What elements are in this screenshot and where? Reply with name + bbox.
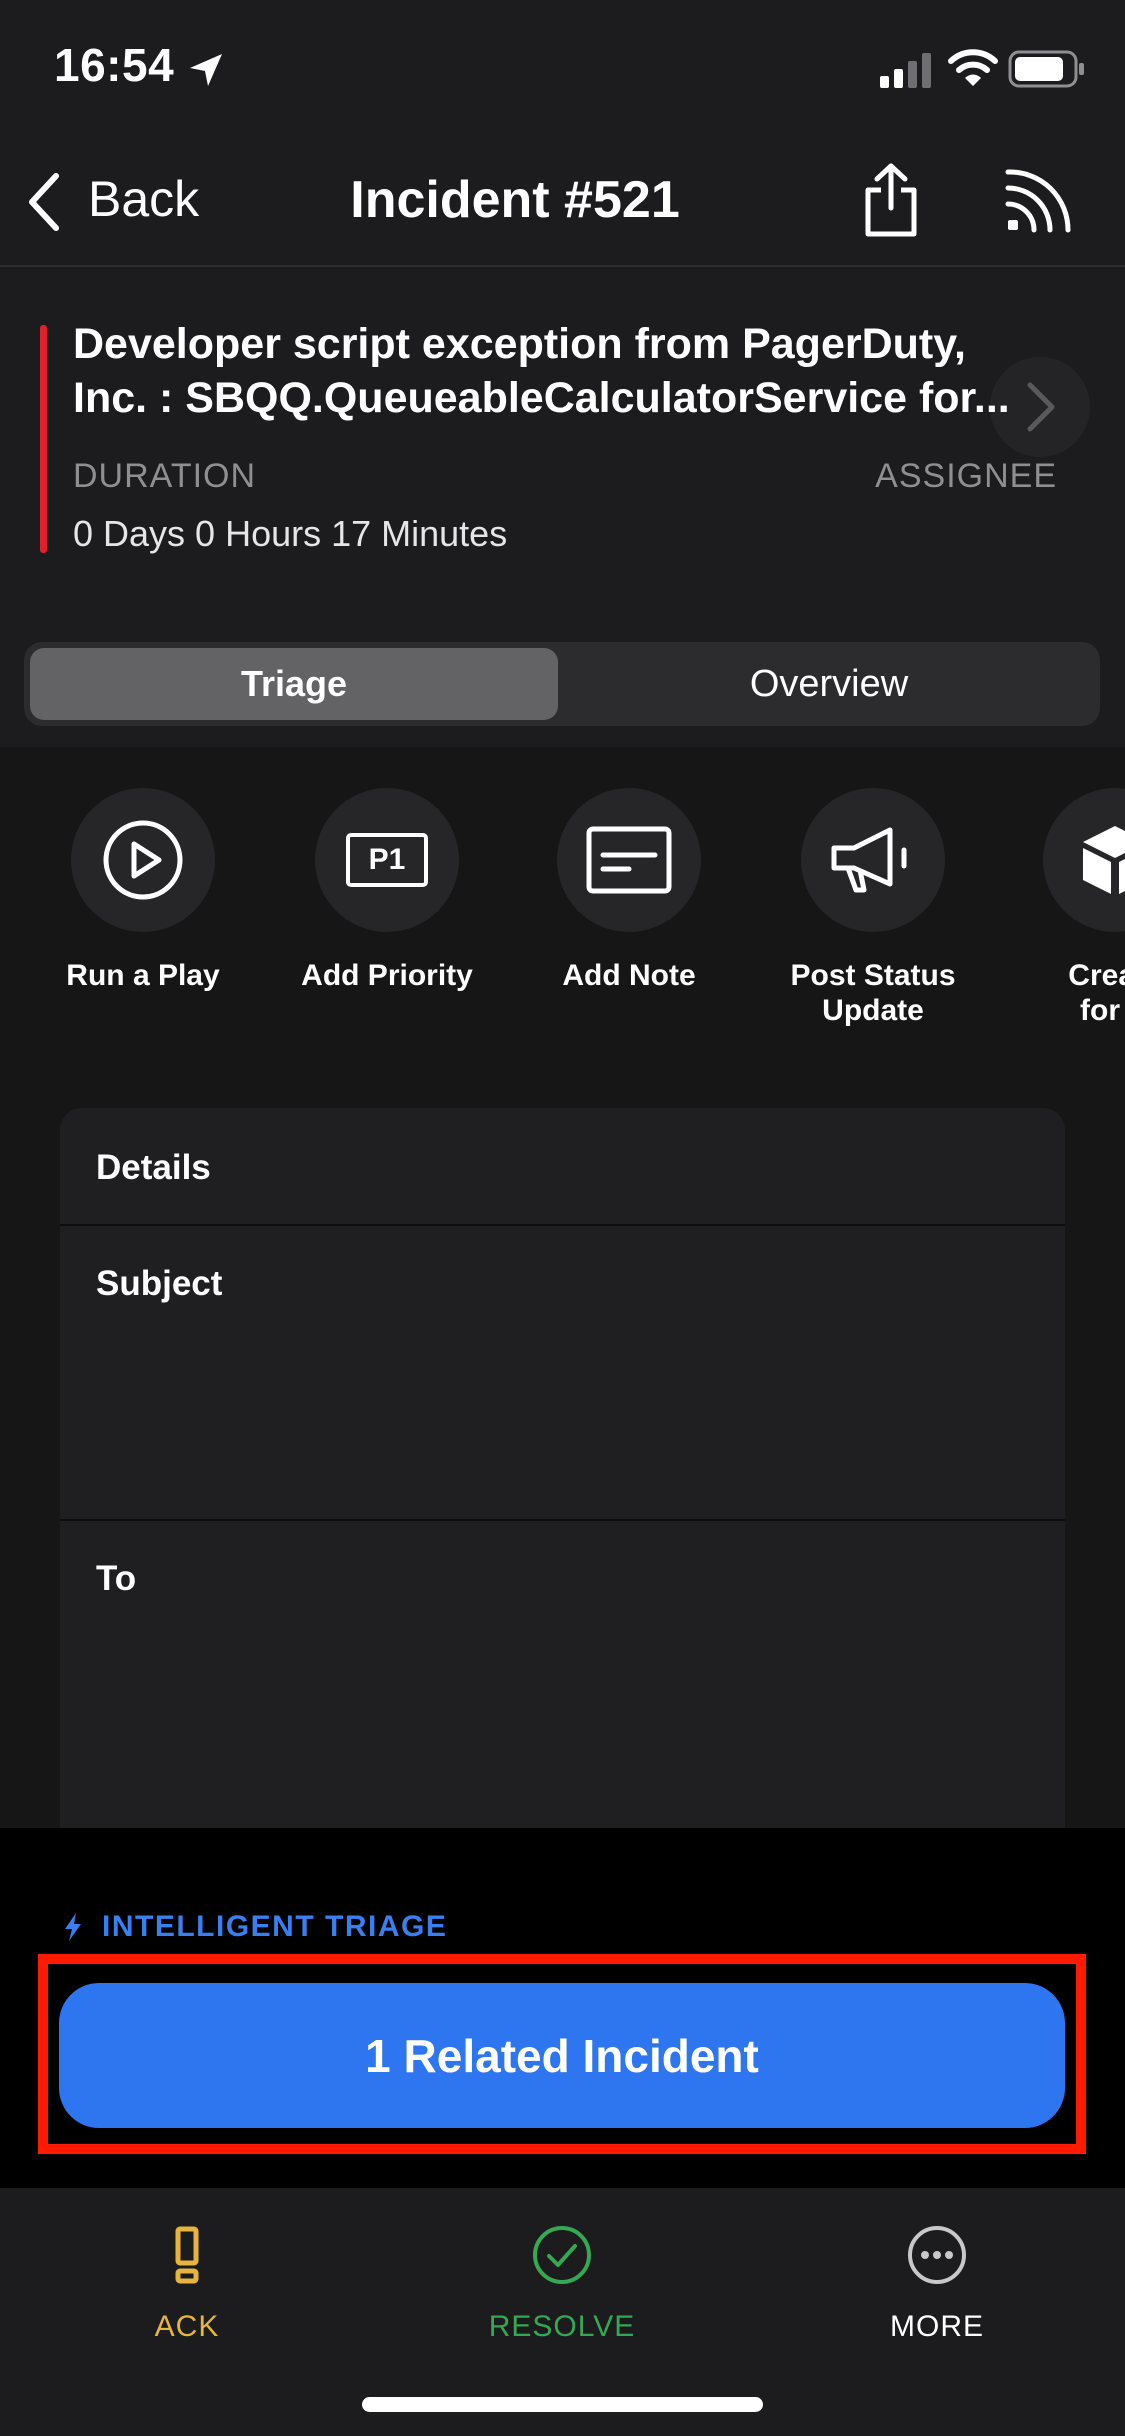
subject-label: Subject [96, 1264, 223, 1303]
cellular-signal-icon [880, 53, 931, 88]
intelligent-triage-panel: INTELLIGENT TRIAGE 1 Related Incident [0, 1828, 1125, 2188]
status-time: 16:54 [54, 39, 175, 91]
post-status-update-action[interactable]: Post Status Update [753, 788, 993, 1028]
lightning-icon [65, 1913, 81, 1941]
add-priority-label: Add Priority [301, 959, 473, 992]
battery-icon [1008, 50, 1084, 88]
checkmark-circle-icon [533, 2226, 591, 2284]
megaphone-icon [801, 788, 945, 932]
add-note-label: Add Note [562, 959, 696, 992]
run-a-play-label: Run a Play [66, 959, 220, 992]
incident-header[interactable]: Developer script exception from PagerDut… [0, 267, 1125, 747]
related-incidents-button[interactable]: 1 Related Incident [59, 1983, 1065, 2128]
to-label: To [96, 1559, 137, 1598]
add-note-action[interactable]: Add Note [509, 788, 749, 993]
resolve-button[interactable]: RESOLVE [412, 2218, 712, 2344]
tab-overview[interactable]: Overview [564, 648, 1094, 720]
wifi-icon [948, 49, 998, 86]
navigation-bar: Back Incident #521 [0, 140, 1125, 267]
ack-label: ACK [154, 2310, 220, 2343]
assignee-label: ASSIGNEE [875, 457, 1057, 495]
add-priority-action[interactable]: P1 Add Priority [267, 788, 507, 993]
ack-button[interactable]: ACK [37, 2218, 337, 2344]
intelligent-triage-label: INTELLIGENT TRIAGE [102, 1910, 448, 1943]
priority-icon: P1 [315, 788, 459, 932]
chevron-right-icon[interactable] [990, 357, 1090, 457]
to-row[interactable]: To [60, 1521, 1065, 1828]
home-indicator [362, 2397, 763, 2412]
tab-triage[interactable]: Triage [30, 648, 558, 720]
more-dots-icon [908, 2226, 966, 2284]
note-icon [557, 788, 701, 932]
incident-title-line-1: Developer script exception from PagerDut… [73, 320, 966, 368]
post-status-update-label: Post Status Update [790, 959, 956, 1027]
play-icon [71, 788, 215, 932]
cast-icon[interactable] [1004, 168, 1074, 234]
location-arrow-icon [190, 54, 222, 86]
segmented-control: Triage Overview [24, 642, 1100, 726]
duration-label: DURATION [73, 457, 257, 495]
status-bar: 16:54 [0, 0, 1125, 140]
incident-title: Developer script exception from PagerDut… [73, 317, 1063, 425]
more-button[interactable]: MORE [787, 2218, 1087, 2344]
run-a-play-action[interactable]: Run a Play [23, 788, 263, 993]
duration-value: 0 Days 0 Hours 17 Minutes [73, 513, 508, 554]
details-card: Details Subject To [60, 1108, 1065, 1828]
exclamation-icon [175, 2226, 199, 2284]
box-icon [1043, 788, 1125, 932]
urgency-indicator [40, 325, 47, 553]
create-label: Create for B [1068, 959, 1125, 1027]
subject-row[interactable]: Subject [60, 1226, 1065, 1516]
more-label: MORE [890, 2310, 984, 2343]
create-action[interactable]: Create for B [995, 788, 1125, 1028]
details-title: Details [96, 1148, 211, 1187]
share-icon[interactable] [862, 162, 920, 238]
details-header: Details [60, 1108, 1065, 1224]
incident-title-line-2: Inc. : SBQQ.QueueableCalculatorService f… [73, 374, 1010, 422]
triage-actions: Run a Play P1 Add Priority Add Note Post… [0, 748, 1125, 1088]
resolve-label: RESOLVE [488, 2310, 636, 2343]
priority-icon-text: P1 [346, 833, 428, 887]
